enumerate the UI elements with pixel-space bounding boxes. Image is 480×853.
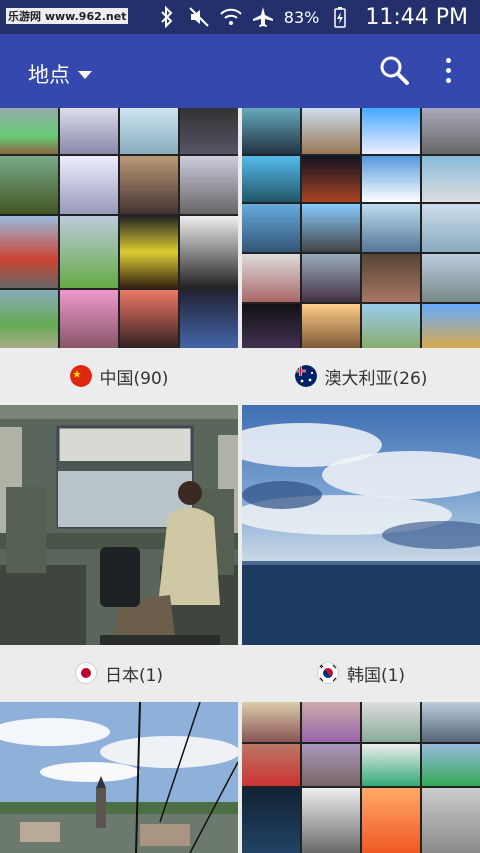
location-label: 中国(90) <box>99 368 169 389</box>
location-caption: 韩国(1) <box>242 645 480 701</box>
battery-icon <box>329 6 351 28</box>
search-icon <box>380 56 409 85</box>
clock: 11:44 PM <box>365 4 468 30</box>
location-thumbnail <box>0 108 238 348</box>
mute-icon <box>188 6 210 28</box>
location-caption: 中国(90) <box>0 348 238 404</box>
battery-percent: 83% <box>283 7 320 27</box>
australia-flag-icon <box>294 365 317 387</box>
location-caption: 日本(1) <box>0 645 238 701</box>
location-thumbnail <box>242 108 480 348</box>
korea-flag-icon <box>316 662 339 684</box>
china-flag-icon <box>69 365 92 387</box>
location-dropdown[interactable]: 地点 <box>28 59 92 89</box>
location-thumbnail <box>0 702 238 853</box>
location-grid: 中国(90) 澳大利亚(26) 日本(1) 韩国(1) <box>0 108 480 853</box>
page-title: 地点 <box>28 63 70 87</box>
wifi-icon <box>220 6 242 28</box>
search-button[interactable] <box>376 52 412 88</box>
status-bar: 乐游网 www.962.net 83% 11:44 PM <box>0 0 480 34</box>
location-caption: 澳大利亚(26) <box>242 348 480 404</box>
watermark-text: 乐游网 www.962.net <box>6 8 129 24</box>
location-label: 日本(1) <box>104 665 164 686</box>
more-vert-icon <box>445 57 451 63</box>
location-thumbnail <box>242 405 480 645</box>
dropdown-caret-icon <box>78 71 92 79</box>
location-thumbnail <box>242 702 480 853</box>
app-bar: 地点 <box>0 34 480 108</box>
japan-flag-icon <box>74 662 97 684</box>
airplane-icon <box>252 6 274 28</box>
location-thumbnail <box>0 405 238 645</box>
more-options-button[interactable] <box>436 52 460 88</box>
status-icons: 83% 11:44 PM <box>156 4 468 30</box>
location-label: 韩国(1) <box>346 665 406 686</box>
bluetooth-icon <box>156 6 178 28</box>
location-label: 澳大利亚(26) <box>324 368 428 389</box>
